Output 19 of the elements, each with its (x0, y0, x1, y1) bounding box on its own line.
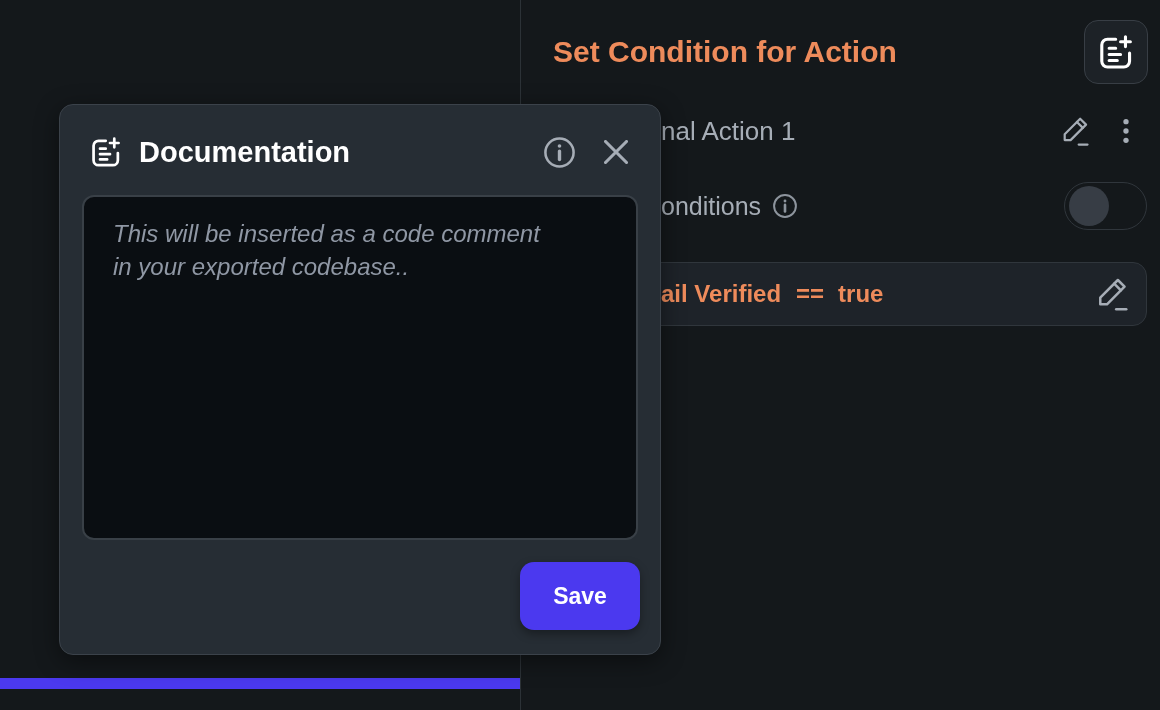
save-button[interactable]: Save (520, 562, 640, 630)
edit-icon[interactable] (1061, 116, 1089, 146)
comment-field[interactable]: This will be inserted as a code comment in your exported codebase.. (82, 195, 638, 540)
document-plus-icon (92, 137, 120, 167)
document-plus-icon (1100, 35, 1132, 69)
info-icon[interactable] (544, 136, 575, 168)
conditions-label: onditions (661, 191, 762, 221)
info-icon[interactable] (773, 194, 798, 218)
condition-field: ail Verified (661, 280, 782, 308)
edit-icon[interactable] (1096, 277, 1128, 311)
close-icon[interactable] (604, 140, 628, 164)
panel-title: Set Condition for Action (553, 35, 897, 69)
toggle-switch[interactable] (1064, 182, 1147, 230)
condition-value: true (838, 280, 884, 308)
action-name: nal Action 1 (661, 115, 796, 147)
documentation-button[interactable] (1084, 20, 1148, 84)
condition-operator: == (796, 280, 825, 308)
dialog-title: Documentation (139, 135, 351, 169)
more-options-icon[interactable] (1123, 119, 1129, 143)
